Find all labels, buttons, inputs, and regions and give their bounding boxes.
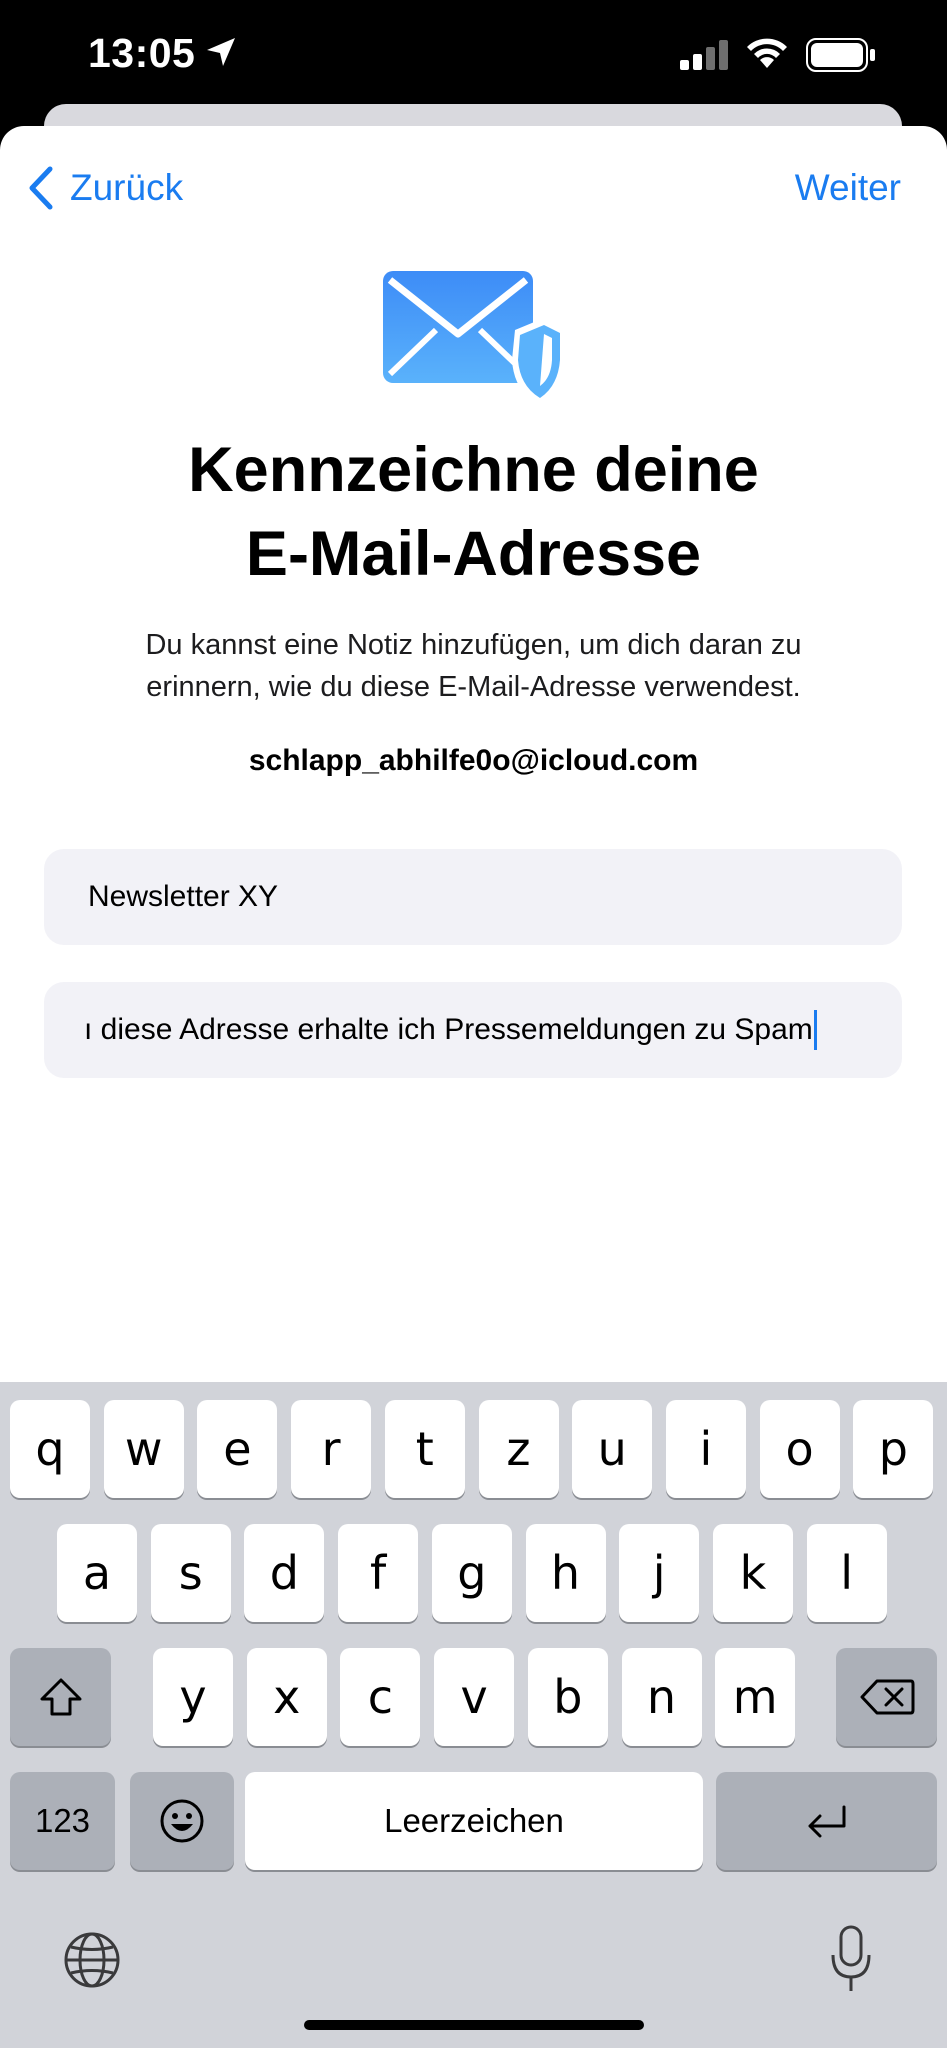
key-x[interactable]: x [246, 1648, 327, 1746]
back-label: Zurück [70, 167, 184, 208]
key-o[interactable]: o [759, 1400, 840, 1498]
shift-icon [40, 1678, 81, 1716]
text-caret [813, 1010, 817, 1050]
key-y[interactable]: y [153, 1648, 233, 1746]
key-h[interactable]: h [525, 1524, 606, 1622]
key-a[interactable]: a [57, 1524, 137, 1622]
next-button[interactable]: Weiter [795, 162, 901, 214]
key-n[interactable]: n [621, 1648, 702, 1746]
key-m[interactable]: m [715, 1648, 796, 1746]
email-address: schlapp_abhilfe0o@icloud.com [248, 744, 699, 777]
location-arrow-icon [207, 38, 235, 66]
key-f[interactable]: f [338, 1524, 419, 1622]
title-line-1: Kennzeichne deine [188, 435, 759, 505]
key-j[interactable]: j [619, 1524, 700, 1622]
key-c[interactable]: c [340, 1648, 421, 1746]
key-t[interactable]: t [384, 1400, 465, 1498]
backspace-key[interactable] [836, 1648, 937, 1746]
key-k[interactable]: k [712, 1524, 793, 1622]
title-line-2: E-Mail-Adresse [245, 519, 702, 589]
back-button[interactable]: Zurück [28, 162, 183, 214]
backspace-icon [860, 1679, 914, 1715]
key-z[interactable]: z [478, 1400, 559, 1498]
mail-shield-icon [383, 271, 566, 406]
status-bar: 13:05 [0, 0, 947, 110]
key-w[interactable]: w [103, 1400, 184, 1498]
battery-icon [806, 38, 875, 72]
note-input-value: ı diese Adresse erhalte ich Pressemeldun… [84, 1013, 813, 1046]
keyboard: qwertzuiop asdfghjkl yxcvbnm 123 Leerzei… [0, 1382, 947, 2048]
label-input-value: Newsletter XY [88, 880, 279, 913]
key-d[interactable]: d [244, 1524, 325, 1622]
space-key[interactable]: Leerzeichen [245, 1772, 703, 1870]
subtitle-line-1: Du kannst eine Notiz hinzufügen, um dich… [145, 629, 802, 661]
return-icon [808, 1805, 845, 1838]
globe-icon[interactable] [62, 1930, 122, 1990]
key-l[interactable]: l [806, 1524, 887, 1622]
key-p[interactable]: p [853, 1400, 934, 1498]
emoji-key[interactable] [130, 1772, 234, 1870]
subtitle-line-2: erinnern, wie du diese E-Mail-Adresse ve… [146, 671, 801, 703]
key-r[interactable]: r [291, 1400, 372, 1498]
microphone-icon[interactable] [828, 1925, 874, 1995]
emoji-icon [160, 1799, 204, 1843]
key-u[interactable]: u [572, 1400, 653, 1498]
page-title: Kennzeichne deine E-Mail-Adresse [80, 428, 867, 596]
key-b[interactable]: b [527, 1648, 608, 1746]
key-v[interactable]: v [434, 1648, 515, 1746]
wifi-icon [747, 38, 787, 68]
note-input[interactable]: ı diese Adresse erhalte ich Pressemeldun… [44, 982, 902, 1078]
shift-key[interactable] [10, 1648, 111, 1746]
status-time: 13:05 [88, 30, 196, 76]
return-key[interactable] [716, 1772, 937, 1870]
key-s[interactable]: s [150, 1524, 231, 1622]
key-i[interactable]: i [665, 1400, 746, 1498]
key-e[interactable]: e [197, 1400, 278, 1498]
signal-icon [680, 40, 728, 70]
numbers-key[interactable]: 123 [10, 1772, 115, 1870]
key-q[interactable]: q [10, 1400, 90, 1498]
home-indicator [304, 2020, 644, 2030]
chevron-left-icon [29, 166, 53, 210]
key-g[interactable]: g [431, 1524, 512, 1622]
page-subtitle: Du kannst eine Notiz hinzufügen, um dich… [90, 624, 857, 708]
label-input[interactable]: Newsletter XY [44, 849, 902, 945]
